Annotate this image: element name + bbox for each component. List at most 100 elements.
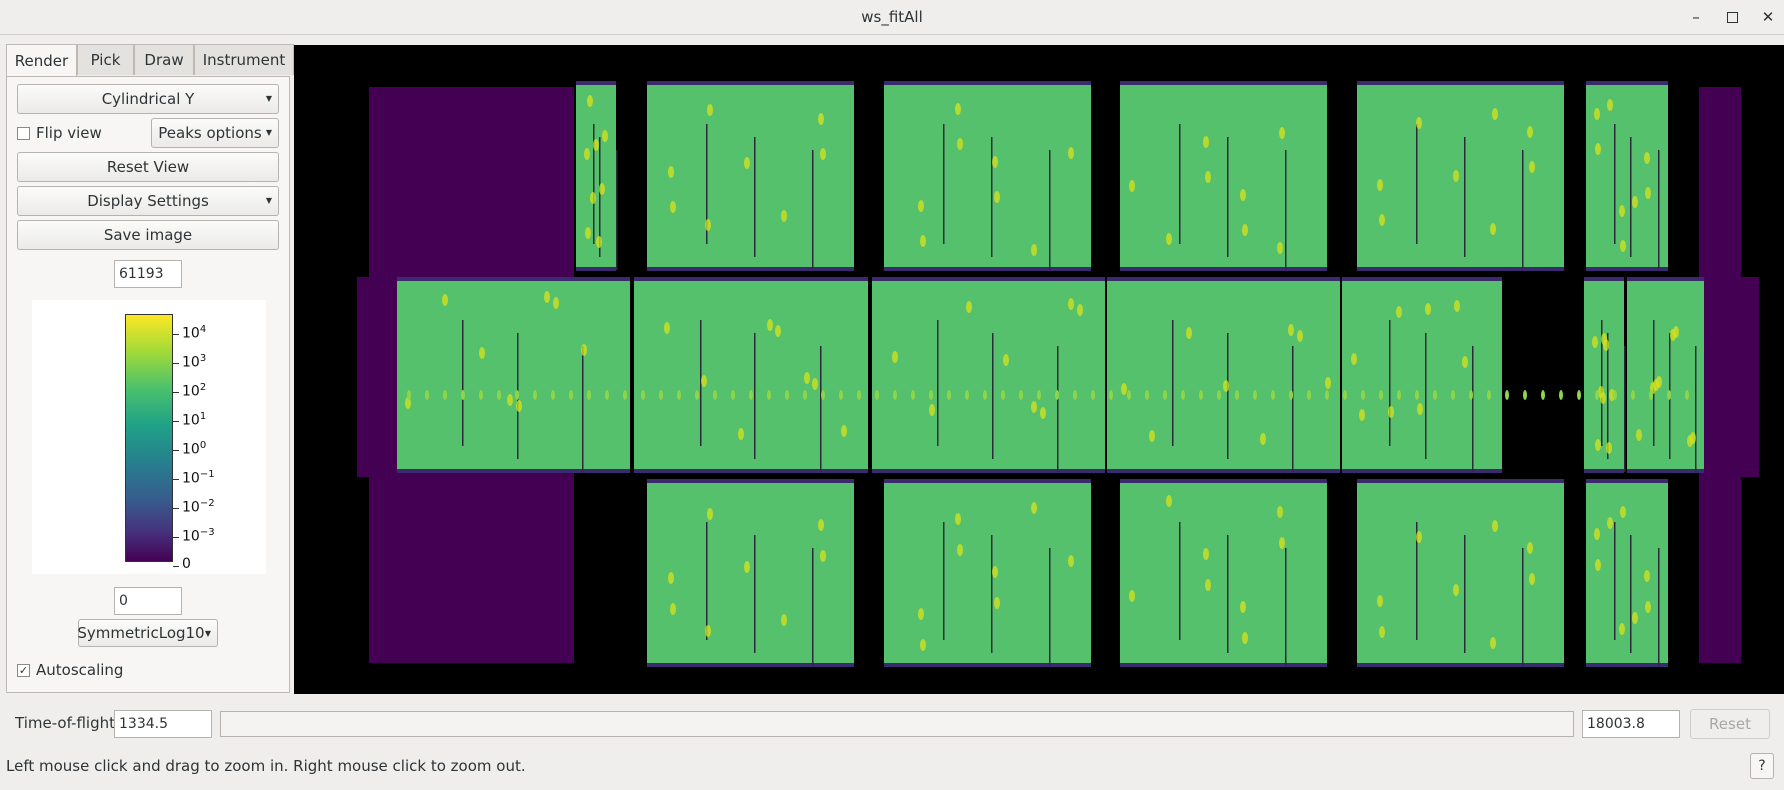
peak-spot xyxy=(1343,390,1347,400)
detector-edge xyxy=(884,479,1091,483)
tof-min-input[interactable]: 1334.5 xyxy=(114,710,212,738)
peaks-options-label: Peaks options xyxy=(158,124,262,142)
peak-spot xyxy=(515,390,519,400)
peak-spot xyxy=(1205,171,1211,183)
flip-view-checkbox[interactable] xyxy=(17,127,30,140)
peak-spot xyxy=(1109,390,1113,400)
tab-render[interactable]: Render xyxy=(6,44,77,77)
dead-tube xyxy=(1607,333,1609,459)
dead-tube xyxy=(1285,150,1287,270)
peak-spot xyxy=(1620,506,1626,518)
peak-spot xyxy=(443,390,447,400)
detector-edge xyxy=(1357,267,1564,271)
peak-spot xyxy=(544,291,550,303)
dead-tube xyxy=(754,333,756,459)
peak-spot xyxy=(707,104,713,116)
minimize-icon[interactable]: – xyxy=(1685,6,1707,28)
peak-spot xyxy=(1416,117,1422,129)
close-icon[interactable]: ✕ xyxy=(1757,6,1779,28)
peak-spot xyxy=(587,95,593,107)
peak-spot xyxy=(820,550,826,562)
detector-edge xyxy=(1120,81,1327,85)
maximize-icon[interactable] xyxy=(1721,6,1743,28)
dead-tube xyxy=(462,320,464,446)
tof-range-slider[interactable] xyxy=(220,711,1574,737)
peak-spot xyxy=(893,390,897,400)
dead-tube xyxy=(943,124,945,244)
peak-spot xyxy=(1253,390,1257,400)
peak-spot xyxy=(1416,531,1422,543)
peak-spot xyxy=(713,390,717,400)
projection-select[interactable]: Cylindrical Y ▼ xyxy=(17,84,279,114)
peak-spot xyxy=(1166,233,1172,245)
detector-panel xyxy=(1342,277,1502,473)
dead-tube xyxy=(1172,320,1174,446)
tab-instrument[interactable]: Instrument xyxy=(194,44,294,75)
peak-spot xyxy=(1240,189,1246,201)
detector-edge xyxy=(1342,277,1502,281)
peak-spot xyxy=(1351,353,1357,365)
peak-spot xyxy=(804,372,810,384)
help-button[interactable]: ? xyxy=(1750,753,1774,779)
peak-spot xyxy=(1631,390,1635,400)
reset-view-button[interactable]: Reset View xyxy=(17,152,279,182)
colorbar-tick xyxy=(173,334,179,335)
peak-spot xyxy=(497,390,501,400)
dead-tube xyxy=(1522,548,1524,666)
peak-spot xyxy=(581,344,587,356)
peak-spot xyxy=(590,192,596,204)
dead-tube xyxy=(754,535,756,653)
peak-spot xyxy=(929,390,933,400)
autoscaling-label: Autoscaling xyxy=(36,661,124,679)
detector-edge xyxy=(1627,469,1704,473)
detector-edge xyxy=(1584,277,1624,281)
tof-max-input[interactable]: 18003.8 xyxy=(1582,710,1680,738)
dead-tube xyxy=(1522,150,1524,270)
peak-spot xyxy=(1068,298,1074,310)
dead-tube xyxy=(943,522,945,640)
peak-spot xyxy=(957,138,963,150)
tab-pick[interactable]: Pick xyxy=(77,44,134,75)
detector-edge xyxy=(1342,469,1502,473)
chevron-down-icon: ▼ xyxy=(204,629,211,638)
dead-tube xyxy=(1464,535,1466,653)
peak-spot xyxy=(911,390,915,400)
peak-spot xyxy=(920,235,926,247)
peak-spot xyxy=(1203,548,1209,560)
scale-type-select[interactable]: SymmetricLog10 ▼ xyxy=(77,619,218,647)
detector-panel xyxy=(884,81,1091,271)
dead-tube xyxy=(992,333,994,459)
peak-spot xyxy=(1129,590,1135,602)
dead-tube xyxy=(1614,522,1616,640)
autoscaling-checkbox[interactable]: ✓ xyxy=(17,664,30,677)
peak-spot xyxy=(585,227,591,239)
display-settings-button[interactable]: Display Settings ▼ xyxy=(17,186,279,216)
peak-spot xyxy=(425,390,429,400)
detector-edge xyxy=(1586,267,1668,271)
peak-spot xyxy=(1163,390,1167,400)
peak-spot xyxy=(1325,390,1329,400)
peak-spot xyxy=(479,347,485,359)
colorbar-tick-label: 0 xyxy=(182,556,191,572)
peak-spot xyxy=(705,625,711,637)
instrument-view-canvas[interactable] xyxy=(294,45,1784,694)
peak-spot xyxy=(695,390,699,400)
color-min-input[interactable]: 0 xyxy=(114,587,182,615)
instrument-view[interactable] xyxy=(294,45,1784,694)
peak-spot xyxy=(1379,214,1385,226)
peak-spot xyxy=(803,390,807,400)
peak-spot xyxy=(1068,147,1074,159)
peak-spot xyxy=(1644,570,1650,582)
peak-spot xyxy=(966,301,972,313)
save-image-button[interactable]: Save image xyxy=(17,220,279,250)
peaks-options-button[interactable]: Peaks options ▼ xyxy=(151,118,279,148)
colorbar-tick-label: 101 xyxy=(182,411,207,429)
dead-tube xyxy=(754,137,756,257)
tab-draw[interactable]: Draw xyxy=(134,44,194,75)
peak-spot xyxy=(918,608,924,620)
peak-spot xyxy=(623,390,627,400)
peak-spot xyxy=(569,390,573,400)
peak-spot xyxy=(1685,390,1689,400)
color-max-input[interactable]: 61193 xyxy=(114,260,182,288)
tof-reset-button[interactable]: Reset xyxy=(1690,709,1770,739)
